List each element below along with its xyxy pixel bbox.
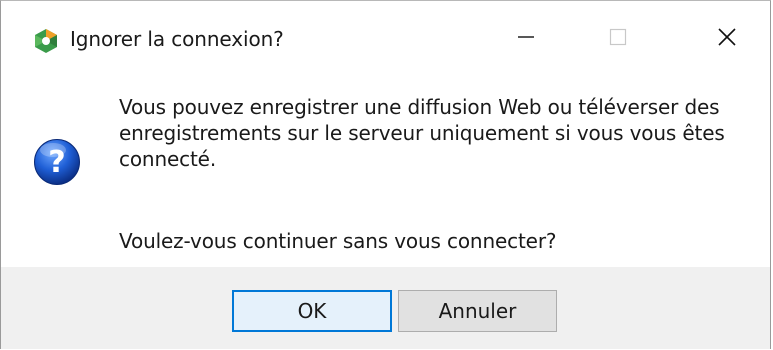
ok-button[interactable]: OK [232,290,392,332]
maximize-icon [609,28,627,46]
message-line-1: Vous pouvez enregistrer une diffusion We… [119,95,720,119]
maximize-button [572,1,664,73]
message-line-3: connecté. [119,147,217,171]
close-button[interactable] [681,1,773,73]
minimize-button[interactable] [480,1,572,73]
window-title: Ignorer la connexion? [70,27,284,51]
question-icon: ? [34,139,80,185]
button-bar: OK Annuler [1,267,770,349]
message-line-2: enregistrements sur le serveur uniquemen… [119,121,725,145]
dialog-window: Ignorer la connexion? ? Vous pouvez enre… [0,0,771,349]
minimize-icon [518,36,534,38]
close-icon [718,28,736,46]
title-bar[interactable]: Ignorer la connexion? [1,1,770,77]
app-logo-icon [35,29,57,53]
svg-text:?: ? [48,145,65,180]
cancel-button[interactable]: Annuler [398,290,557,332]
question-text: Voulez-vous continuer sans vous connecte… [119,229,557,253]
dialog-content: ? Vous pouvez enregistrer une diffusion … [1,77,770,267]
